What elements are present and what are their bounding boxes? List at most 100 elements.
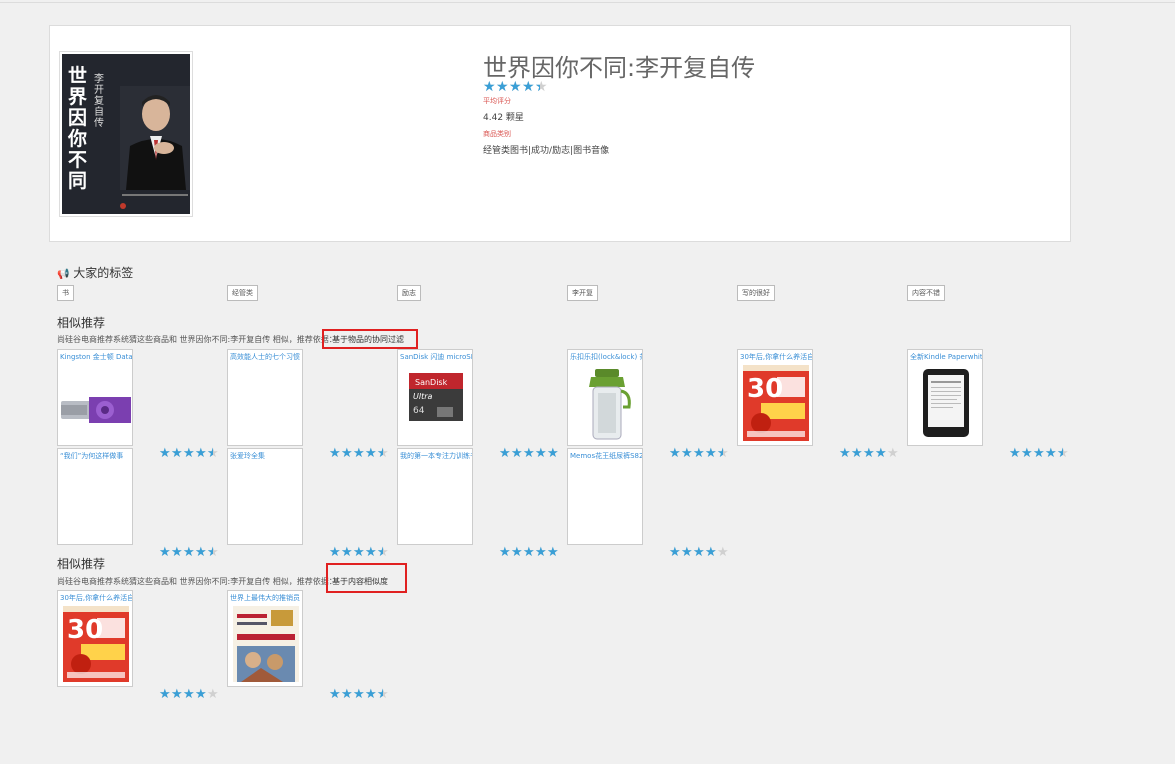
star-icon: ★★ xyxy=(341,545,353,560)
product-cover-image: 世界因你不同 李开复自传 xyxy=(59,51,193,217)
tag-item[interactable]: 书 xyxy=(57,285,74,301)
product-card-item[interactable]: 乐扣乐扣(lock&lock) 茶杯 xyxy=(567,349,643,446)
product-card-item[interactable]: Kingston 金士顿 DataTraveler xyxy=(57,349,133,446)
star-icon: ★★ xyxy=(377,545,389,560)
product-thumbnail[interactable] xyxy=(401,462,471,542)
product-link[interactable]: 我的第一本专注力训练书 xyxy=(400,451,472,461)
tag-item[interactable]: 经管类 xyxy=(227,285,258,301)
product-card-item[interactable]: Memos花王纸尿裤S82片 xyxy=(567,448,643,545)
product-card-item[interactable]: 高效能人士的七个习惯 xyxy=(227,349,303,446)
star-icon: ★★ xyxy=(1045,446,1057,461)
tag-item[interactable]: 励志 xyxy=(397,285,421,301)
star-icon: ★★ xyxy=(353,446,365,461)
section-description: 尚硅谷电商推荐系统猜这些商品和 世界因你不同:李开复自传 相似，推荐依据： xyxy=(57,335,337,344)
star-icon: ★★ xyxy=(365,545,377,560)
star-icon: ★★ xyxy=(693,545,705,560)
product-link[interactable]: 张爱玲全集 xyxy=(230,451,302,461)
star-icon: ★★ xyxy=(329,687,341,702)
product-card-item[interactable]: 30年后,你拿什么养活自己30 xyxy=(737,349,813,446)
tag-item[interactable]: 内容不错 xyxy=(907,285,945,301)
product-thumbnail[interactable] xyxy=(231,462,301,542)
star-icon: ★★ xyxy=(669,446,681,461)
product-link[interactable]: 乐扣乐扣(lock&lock) 茶杯 xyxy=(570,352,642,362)
star-icon: ★★ xyxy=(483,79,496,95)
product-thumbnail[interactable]: 30 xyxy=(61,604,131,684)
highlight-box xyxy=(326,563,407,593)
star-icon: ★★ xyxy=(509,79,522,95)
product-link[interactable]: SanDisk 闪迪 microSDXC xyxy=(400,352,472,362)
product-card-item[interactable]: 世界上最伟大的推销员 xyxy=(227,590,303,687)
star-icon: ★★ xyxy=(159,545,171,560)
star-icon: ★★ xyxy=(547,446,559,461)
product-thumbnail[interactable] xyxy=(911,363,981,443)
star-icon: ★★ xyxy=(511,545,523,560)
star-icon: ★★ xyxy=(341,446,353,461)
item-rating-stars: ★★★★★★★★★★ xyxy=(499,447,559,461)
product-link[interactable]: “我们”为何这样做事 xyxy=(60,451,132,461)
product-thumbnail[interactable] xyxy=(231,604,301,684)
product-thumbnail[interactable] xyxy=(61,363,131,443)
product-card-item[interactable]: 全新Kindle Paperwhite xyxy=(907,349,983,446)
star-icon: ★★ xyxy=(705,446,717,461)
star-icon: ★★ xyxy=(329,446,341,461)
star-icon: ★★ xyxy=(693,446,705,461)
product-link[interactable]: Kingston 金士顿 DataTraveler xyxy=(60,352,132,362)
star-icon: ★★ xyxy=(171,545,183,560)
star-icon: ★★ xyxy=(511,446,523,461)
author-portrait xyxy=(120,86,190,190)
product-link[interactable]: 30年后,你拿什么养活自己 xyxy=(60,593,132,603)
tags-heading-text: 大家的标签 xyxy=(73,266,134,280)
item-rating-stars: ★★★★★★★★★★ xyxy=(499,546,559,560)
product-link[interactable]: 全新Kindle Paperwhite xyxy=(910,352,982,362)
product-link[interactable]: 30年后,你拿什么养活自己 xyxy=(740,352,812,362)
star-icon: ★★ xyxy=(681,545,693,560)
top-divider xyxy=(0,2,1175,3)
star-icon: ★★ xyxy=(851,446,863,461)
product-card-item[interactable]: 30年后,你拿什么养活自己30 xyxy=(57,590,133,687)
star-icon: ★★ xyxy=(681,446,693,461)
star-icon: ★★ xyxy=(207,687,219,702)
tags-heading: 📢 大家的标签 xyxy=(57,264,133,281)
star-icon: ★★ xyxy=(341,687,353,702)
star-icon: ★★ xyxy=(183,687,195,702)
star-icon: ★★ xyxy=(717,545,729,560)
product-card-item[interactable]: 我的第一本专注力训练书 xyxy=(397,448,473,545)
product-link[interactable]: Memos花王纸尿裤S82片 xyxy=(570,451,642,461)
star-icon: ★★ xyxy=(365,687,377,702)
section-title: 相似推荐 xyxy=(57,557,106,571)
product-rating-stars: ★★★★★★★★★★ xyxy=(483,80,548,94)
tag-item[interactable]: 写的很好 xyxy=(737,285,775,301)
tag-item[interactable]: 李开复 xyxy=(567,285,598,301)
product-thumbnail[interactable] xyxy=(231,363,301,443)
product-thumbnail[interactable] xyxy=(571,462,641,542)
star-icon: ★★ xyxy=(377,687,389,702)
star-icon: ★★ xyxy=(522,79,535,95)
star-icon: ★★ xyxy=(705,545,717,560)
product-thumbnail[interactable] xyxy=(571,363,641,443)
star-icon: ★★ xyxy=(523,446,535,461)
item-rating-stars: ★★★★★★★★★★ xyxy=(669,546,729,560)
star-icon: ★★ xyxy=(499,446,511,461)
average-rating-value: 4.42 颗星 xyxy=(483,113,524,123)
item-rating-stars: ★★★★★★★★★★ xyxy=(159,546,219,560)
item-rating-stars: ★★★★★★★★★★ xyxy=(329,546,389,560)
product-thumbnail[interactable] xyxy=(61,462,131,542)
cover-subtitle: 李开复自传 xyxy=(94,74,104,129)
product-card-item[interactable]: 张爱玲全集 xyxy=(227,448,303,545)
star-icon: ★★ xyxy=(159,446,171,461)
star-icon: ★★ xyxy=(1021,446,1033,461)
product-link[interactable]: 世界上最伟大的推销员 xyxy=(230,593,302,603)
average-rating-label: 平均评分 xyxy=(483,97,511,105)
star-icon: ★★ xyxy=(1057,446,1069,461)
category-label: 商品类别 xyxy=(483,130,511,138)
star-icon: ★★ xyxy=(547,545,559,560)
star-icon: ★★ xyxy=(353,545,365,560)
star-icon: ★★ xyxy=(717,446,729,461)
product-card: 世界因你不同 李开复自传 世界因你不同:李开复自传 ★★★★★★★★★★ 平均评… xyxy=(49,25,1071,242)
product-thumbnail[interactable]: SanDisk Ultra 64 xyxy=(401,363,471,443)
product-card-item[interactable]: “我们”为何这样做事 xyxy=(57,448,133,545)
item-rating-stars: ★★★★★★★★★★ xyxy=(1009,447,1069,461)
product-thumbnail[interactable]: 30 xyxy=(741,363,811,443)
product-card-item[interactable]: SanDisk 闪迪 microSDXC SanDisk Ultra 64 xyxy=(397,349,473,446)
product-link[interactable]: 高效能人士的七个习惯 xyxy=(230,352,302,362)
